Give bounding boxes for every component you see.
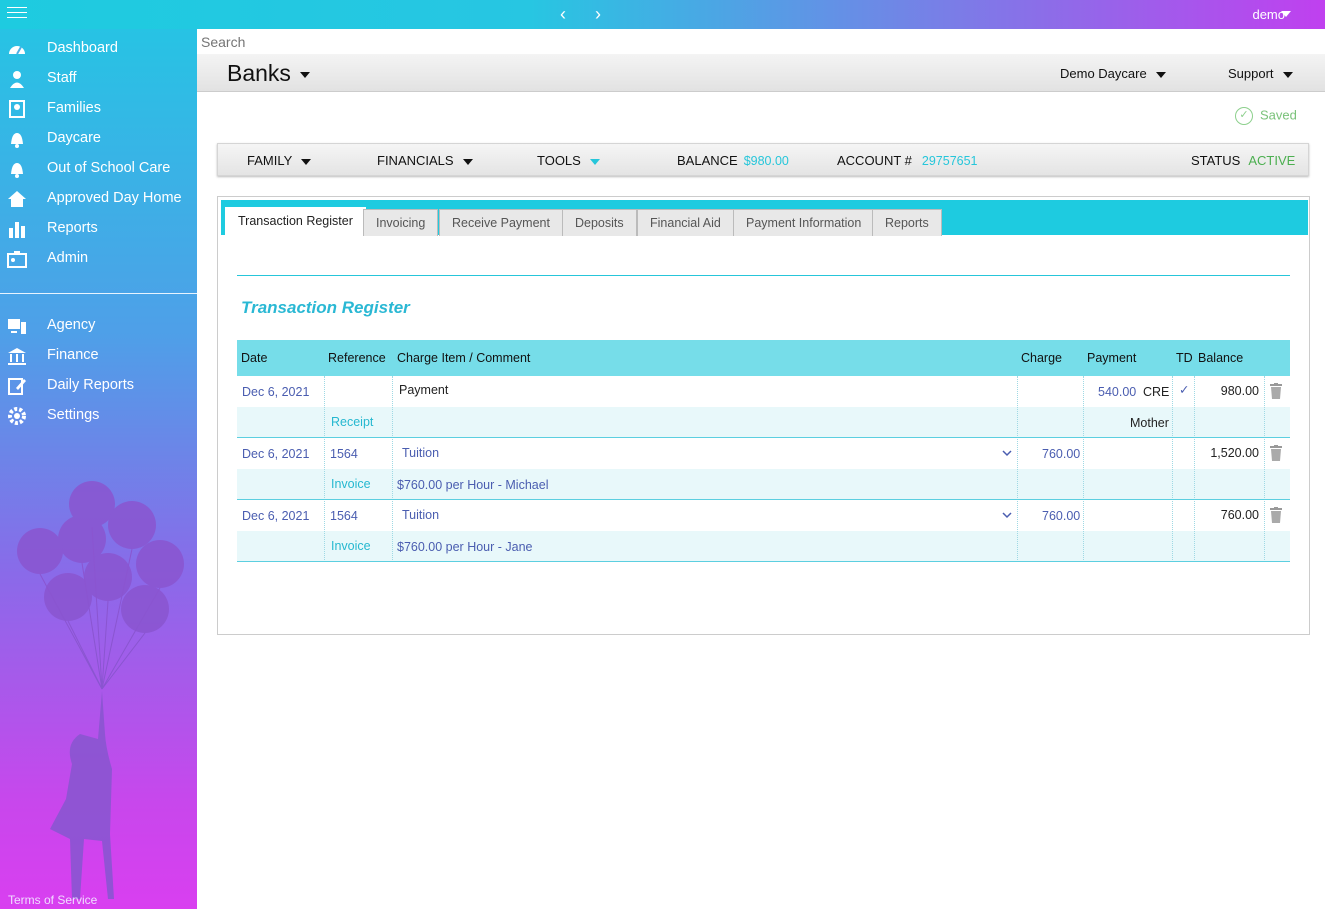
account-display: ACCOUNT #29757651 xyxy=(837,153,978,168)
tab-financial-aid[interactable]: Financial Aid xyxy=(637,209,734,236)
sidebar-item-out-of-school-care[interactable]: Out of School Care xyxy=(0,154,197,184)
col-payment[interactable]: Payment xyxy=(1087,351,1136,365)
tab-transaction-register[interactable]: Transaction Register xyxy=(225,207,366,236)
charge-item-select[interactable]: Tuition xyxy=(402,508,439,522)
table-row: Invoice $760.00 per Hour - Jane xyxy=(237,531,1290,562)
row-separator xyxy=(237,561,1290,562)
col-date[interactable]: Date xyxy=(241,351,267,365)
sidebar-divider xyxy=(0,293,197,294)
monitor-icon xyxy=(8,319,26,334)
sidebar-item-approved-day-home[interactable]: Approved Day Home xyxy=(0,184,197,214)
trash-icon[interactable] xyxy=(1270,383,1282,399)
check-circle-icon: ✓ xyxy=(1235,107,1253,125)
balance-value: $980.00 xyxy=(743,154,789,168)
bell-icon xyxy=(11,163,23,178)
financials-menu[interactable]: FINANCIALS xyxy=(377,153,473,168)
support-dropdown[interactable]: Support xyxy=(1228,66,1293,81)
page-header: Banks Demo Daycare Support xyxy=(197,54,1325,92)
tab-bar: Transaction Register Invoicing Receive P… xyxy=(221,200,1308,236)
table-row[interactable]: Dec 6, 2021 1564 Tuition 760.00 760.00 xyxy=(237,500,1290,531)
account-value: 29757651 xyxy=(921,154,978,168)
sidebar-item-admin[interactable]: Admin xyxy=(0,244,197,274)
top-bar: ‹ › demo xyxy=(0,0,1325,29)
table-row: Receipt Mother xyxy=(237,407,1290,438)
td-check[interactable]: ✓ xyxy=(1179,382,1189,397)
gear-icon xyxy=(8,407,26,425)
org-dropdown[interactable]: Demo Daycare xyxy=(1060,66,1166,81)
gauge-icon xyxy=(9,46,25,55)
row-separator xyxy=(237,437,1290,438)
section-title: Transaction Register xyxy=(241,298,410,317)
column-divider xyxy=(1083,376,1084,562)
status-badge: ACTIVE xyxy=(1248,153,1296,168)
chevron-down-icon[interactable] xyxy=(1002,512,1012,519)
person-icon xyxy=(10,71,24,88)
search-input[interactable] xyxy=(197,29,1325,54)
column-divider xyxy=(1017,376,1018,562)
caret-down-icon xyxy=(1155,71,1166,78)
tab-receive-payment[interactable]: Receive Payment xyxy=(439,209,563,236)
sidebar-item-agency[interactable]: Agency xyxy=(0,311,197,341)
status-display: STATUS ACTIVE xyxy=(1191,153,1296,168)
column-divider xyxy=(1264,376,1265,562)
trash-icon[interactable] xyxy=(1270,507,1282,523)
home-icon xyxy=(8,191,26,207)
nav-arrows[interactable]: ‹ › xyxy=(560,4,613,25)
column-divider xyxy=(1194,376,1195,562)
bar-chart-icon xyxy=(9,222,25,238)
sidebar-item-reports[interactable]: Reports xyxy=(0,214,197,244)
charge-item-select[interactable]: Tuition xyxy=(402,446,439,460)
sidebar-item-finance[interactable]: Finance xyxy=(0,341,197,371)
tab-payment-information[interactable]: Payment Information xyxy=(733,209,875,236)
caret-down-icon xyxy=(462,158,473,165)
sidebar-item-staff[interactable]: Staff xyxy=(0,64,197,94)
edit-icon xyxy=(8,378,26,395)
family-bar: FAMILY FINANCIALS TOOLS BALANCE $980.00 A… xyxy=(217,143,1309,176)
bell-icon xyxy=(11,133,23,148)
page-title-dropdown[interactable]: Banks xyxy=(227,60,310,87)
caret-down-icon xyxy=(301,158,312,165)
bank-icon xyxy=(8,348,26,365)
table-row: Invoice $760.00 per Hour - Michael xyxy=(237,469,1290,500)
section-divider xyxy=(237,275,1290,276)
col-reference[interactable]: Reference xyxy=(328,351,386,365)
tab-reports[interactable]: Reports xyxy=(872,209,942,236)
caret-down-icon xyxy=(299,71,310,78)
table-row[interactable]: Dec 6, 2021 Payment 540.00 CRE ✓ 980.00 xyxy=(237,376,1290,407)
terms-of-service-link[interactable]: Terms of Service xyxy=(8,893,97,907)
col-charge-item[interactable]: Charge Item / Comment xyxy=(397,351,530,365)
tab-deposits[interactable]: Deposits xyxy=(562,209,637,236)
column-divider xyxy=(1172,376,1173,562)
family-menu[interactable]: FAMILY xyxy=(247,153,312,168)
sidebar-item-daily-reports[interactable]: Daily Reports xyxy=(0,371,197,401)
balance-display: BALANCE $980.00 xyxy=(677,153,789,168)
table-header: Date Reference Charge Item / Comment Cha… xyxy=(237,340,1290,376)
page-title: Banks xyxy=(227,60,291,86)
col-balance[interactable]: Balance xyxy=(1198,351,1243,365)
caret-down-icon xyxy=(1282,71,1293,78)
saved-status: ✓ Saved xyxy=(1235,107,1297,125)
id-card-icon xyxy=(7,251,27,268)
families-icon xyxy=(9,100,25,118)
column-divider xyxy=(392,376,393,562)
table-row[interactable]: Dec 6, 2021 1564 Tuition 760.00 1,520.00 xyxy=(237,438,1290,469)
sidebar-item-daycare[interactable]: Daycare xyxy=(0,124,197,154)
sidebar: Dashboard Staff Families Daycare Out of … xyxy=(0,29,197,909)
caret-down-icon xyxy=(589,158,600,165)
column-divider xyxy=(324,376,325,562)
tab-invoicing[interactable]: Invoicing xyxy=(363,209,439,236)
balloon-girl-illustration xyxy=(17,481,184,899)
sidebar-item-dashboard[interactable]: Dashboard xyxy=(0,34,197,64)
chevron-down-icon[interactable] xyxy=(1002,450,1012,457)
tools-menu[interactable]: TOOLS xyxy=(537,153,600,168)
row-separator xyxy=(237,499,1290,500)
sidebar-item-families[interactable]: Families xyxy=(0,94,197,124)
sidebar-item-settings[interactable]: Settings xyxy=(0,401,197,431)
caret-down-icon[interactable] xyxy=(1281,11,1291,17)
col-td[interactable]: TD xyxy=(1176,351,1193,365)
col-charge[interactable]: Charge xyxy=(1021,351,1062,365)
trash-icon[interactable] xyxy=(1270,445,1282,461)
menu-icon[interactable] xyxy=(7,7,27,21)
